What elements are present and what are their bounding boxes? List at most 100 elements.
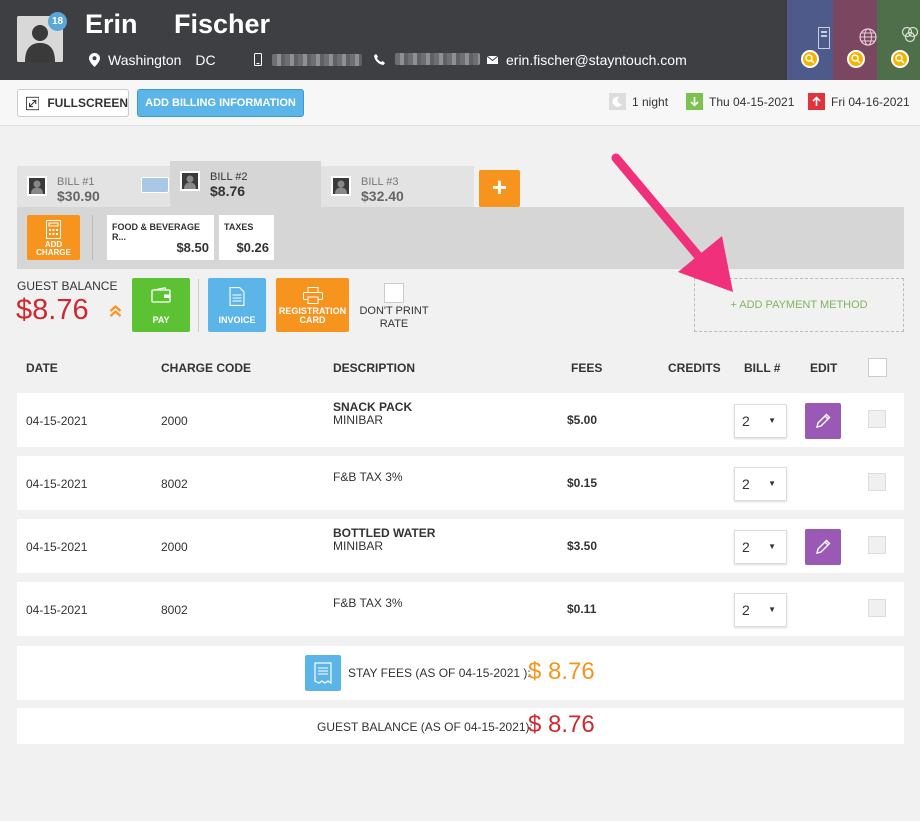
bill-tab-label: BILL #3 <box>361 176 399 188</box>
add-bill-button[interactable]: + <box>479 170 520 207</box>
stay-arrival: Thu 04-15-2021 <box>686 93 794 110</box>
row-description-sub: F&B TAX 3% <box>333 596 403 610</box>
charge-group-card[interactable]: FOOD & BEVERAGE R... $8.50 <box>107 215 214 260</box>
table-row: 04-15-2021 2000 BOTTLED WATER MINIBAR $3… <box>17 519 904 573</box>
bill-tab-label: BILL #1 <box>57 176 95 188</box>
caret-down-icon: ▼ <box>768 416 776 425</box>
charge-group-amount: $0.26 <box>236 240 269 255</box>
table-row: 04-15-2021 8002 F&B TAX 3% $0.11 2 ▼ <box>17 582 904 636</box>
bill-tab-amount: $32.40 <box>361 188 404 204</box>
header-tab-rings[interactable] <box>877 0 920 80</box>
printer-icon <box>302 287 323 304</box>
row-date: 04-15-2021 <box>26 603 88 617</box>
bill-tab-2[interactable]: BILL #2 $8.76 <box>170 161 321 207</box>
guest-state: DC <box>195 52 216 68</box>
guest-city: Washington <box>108 52 182 68</box>
row-description-sub: MINIBAR <box>333 413 384 427</box>
rings-icon <box>901 26 919 43</box>
fullscreen-label: FULLSCREEN <box>47 96 128 110</box>
row-checkbox[interactable] <box>868 410 886 428</box>
nights-text: 1 night <box>632 94 669 109</box>
caret-down-icon: ▼ <box>768 542 776 551</box>
invoice-button[interactable]: INVOICE <box>208 278 266 332</box>
stay-fees-value: $ 8.76 <box>528 658 595 685</box>
row-checkbox[interactable] <box>868 536 886 554</box>
dont-print-rate-label: DON'T PRINT RATE <box>359 305 429 330</box>
dont-print-rate-checkbox[interactable] <box>384 283 404 303</box>
guest-balance-summary-value: $ 8.76 <box>528 711 595 738</box>
row-charge-code: 8002 <box>161 603 188 617</box>
guest-balance-label: GUEST BALANCE <box>17 279 118 293</box>
arrival-date: Thu 04-15-2021 <box>709 94 795 109</box>
charge-group-card[interactable]: TAXES $0.26 <box>219 215 274 260</box>
add-billing-information-button[interactable]: ADD BILLING INFORMATION <box>137 89 304 117</box>
receipt-button[interactable] <box>305 655 341 691</box>
row-date: 04-15-2021 <box>26 414 88 428</box>
guest-last-name: Fischer <box>174 9 271 39</box>
pay-button[interactable]: PAY <box>132 278 190 332</box>
bill-tab-amount: $8.76 <box>210 183 246 199</box>
stay-departure: Fri 04-16-2021 <box>808 93 910 110</box>
row-description: F&B TAX 3% <box>333 597 403 610</box>
bill-tab-1[interactable]: BILL #1 $30.90 <box>17 166 170 207</box>
guest-email-text: erin.fischer@stayntouch.com <box>506 52 687 68</box>
add-charge-button[interactable]: ADD CHARGE <box>27 215 80 260</box>
header-tab-globe[interactable] <box>833 0 877 80</box>
column-header-credits: CREDITS <box>668 361 721 375</box>
edit-charge-button[interactable] <box>805 529 841 565</box>
guest-thumbnail-icon <box>27 176 47 196</box>
bill-number-select[interactable]: 2 ▼ <box>734 404 787 438</box>
double-chevron-up-icon[interactable] <box>109 304 122 318</box>
guest-phone <box>374 53 480 65</box>
row-charge-code: 2000 <box>161 414 188 428</box>
bill-number-select[interactable]: 2 ▼ <box>734 530 787 564</box>
moon-icon <box>609 93 626 110</box>
bill-number-value: 2 <box>742 476 750 492</box>
select-all-checkbox[interactable] <box>868 358 887 377</box>
edit-charge-button[interactable] <box>805 403 841 439</box>
charge-group-title: TAXES <box>224 222 254 232</box>
guest-balance-value: $8.76 <box>16 294 89 326</box>
guest-header: 18 Erin Fischer Washington DC erin.fisch… <box>0 0 920 80</box>
document-icon <box>229 287 245 306</box>
bill-number-value: 2 <box>742 413 750 429</box>
row-description-sub: F&B TAX 3% <box>333 470 403 484</box>
credit-card-icon <box>141 177 169 193</box>
mobile-phone-icon <box>254 53 262 66</box>
globe-icon <box>859 28 877 46</box>
bill-tab-3[interactable]: BILL #3 $32.40 <box>321 166 474 207</box>
table-row: 04-15-2021 8002 F&B TAX 3% $0.15 2 ▼ <box>17 456 904 510</box>
pencil-icon <box>816 539 831 554</box>
stay-nights: 1 night <box>609 93 668 110</box>
header-tab-id-card[interactable] <box>787 0 833 80</box>
column-header-date: DATE <box>26 361 58 375</box>
charge-group-amount: $8.50 <box>176 240 209 255</box>
registration-card-button[interactable]: REGISTRATION CARD <box>276 278 349 332</box>
bill-number-select[interactable]: 2 ▼ <box>734 467 787 501</box>
row-checkbox[interactable] <box>868 599 886 617</box>
arrow-down-icon <box>686 93 703 110</box>
row-fee: $0.11 <box>567 602 597 616</box>
stay-fees-summary: STAY FEES (AS OF 04-15-2021 ): $ 8.76 <box>17 646 904 700</box>
caret-down-icon: ▼ <box>768 605 776 614</box>
bill-tab-label: BILL #2 <box>210 171 248 183</box>
charge-summary-strip: ADD CHARGE FOOD & BEVERAGE R... $8.50 TA… <box>17 207 904 269</box>
invoice-label: INVOICE <box>218 315 256 325</box>
row-checkbox[interactable] <box>868 473 886 491</box>
location-pin-icon <box>89 53 100 67</box>
column-header-charge-code: CHARGE CODE <box>161 361 252 375</box>
notification-badge[interactable]: 18 <box>48 12 67 31</box>
bill-tab-amount: $30.90 <box>57 188 100 204</box>
column-header-edit: EDIT <box>810 361 838 375</box>
guest-balance-summary-label: GUEST BALANCE (AS OF 04-15-2021): <box>317 720 533 734</box>
fullscreen-button[interactable]: FULLSCREEN <box>17 89 129 117</box>
guest-thumbnail-icon <box>180 171 200 191</box>
receipt-icon <box>314 662 332 684</box>
bill-number-value: 2 <box>742 602 750 618</box>
pencil-icon <box>816 413 831 428</box>
guest-location: Washington DC <box>89 52 216 68</box>
bill-number-select[interactable]: 2 ▼ <box>734 593 787 627</box>
row-fee: $3.50 <box>567 539 598 553</box>
row-description: BOTTLED WATER MINIBAR <box>333 527 435 553</box>
row-date: 04-15-2021 <box>26 477 88 491</box>
